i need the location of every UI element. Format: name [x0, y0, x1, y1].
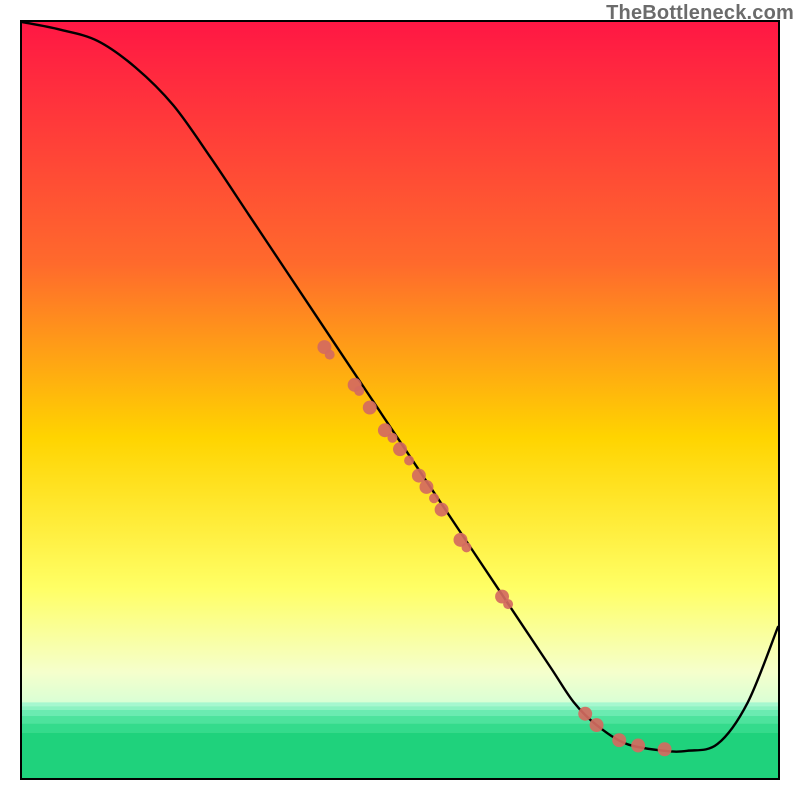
data-point	[631, 739, 645, 753]
data-point	[578, 707, 592, 721]
scatter-points	[22, 22, 778, 778]
data-point	[429, 493, 439, 503]
data-point	[658, 742, 672, 756]
data-point	[412, 469, 426, 483]
data-point	[503, 599, 513, 609]
plot-area	[20, 20, 780, 780]
data-point	[612, 733, 626, 747]
data-point	[404, 456, 414, 466]
data-point	[354, 386, 364, 396]
watermark-text: TheBottleneck.com	[606, 2, 794, 25]
data-point	[363, 401, 377, 415]
data-point	[590, 718, 604, 732]
data-point	[325, 350, 335, 360]
data-point	[419, 480, 433, 494]
data-point	[435, 503, 449, 517]
data-point	[462, 542, 472, 552]
data-point	[393, 442, 407, 456]
chart-container: TheBottleneck.com	[0, 0, 800, 800]
data-point	[387, 433, 397, 443]
